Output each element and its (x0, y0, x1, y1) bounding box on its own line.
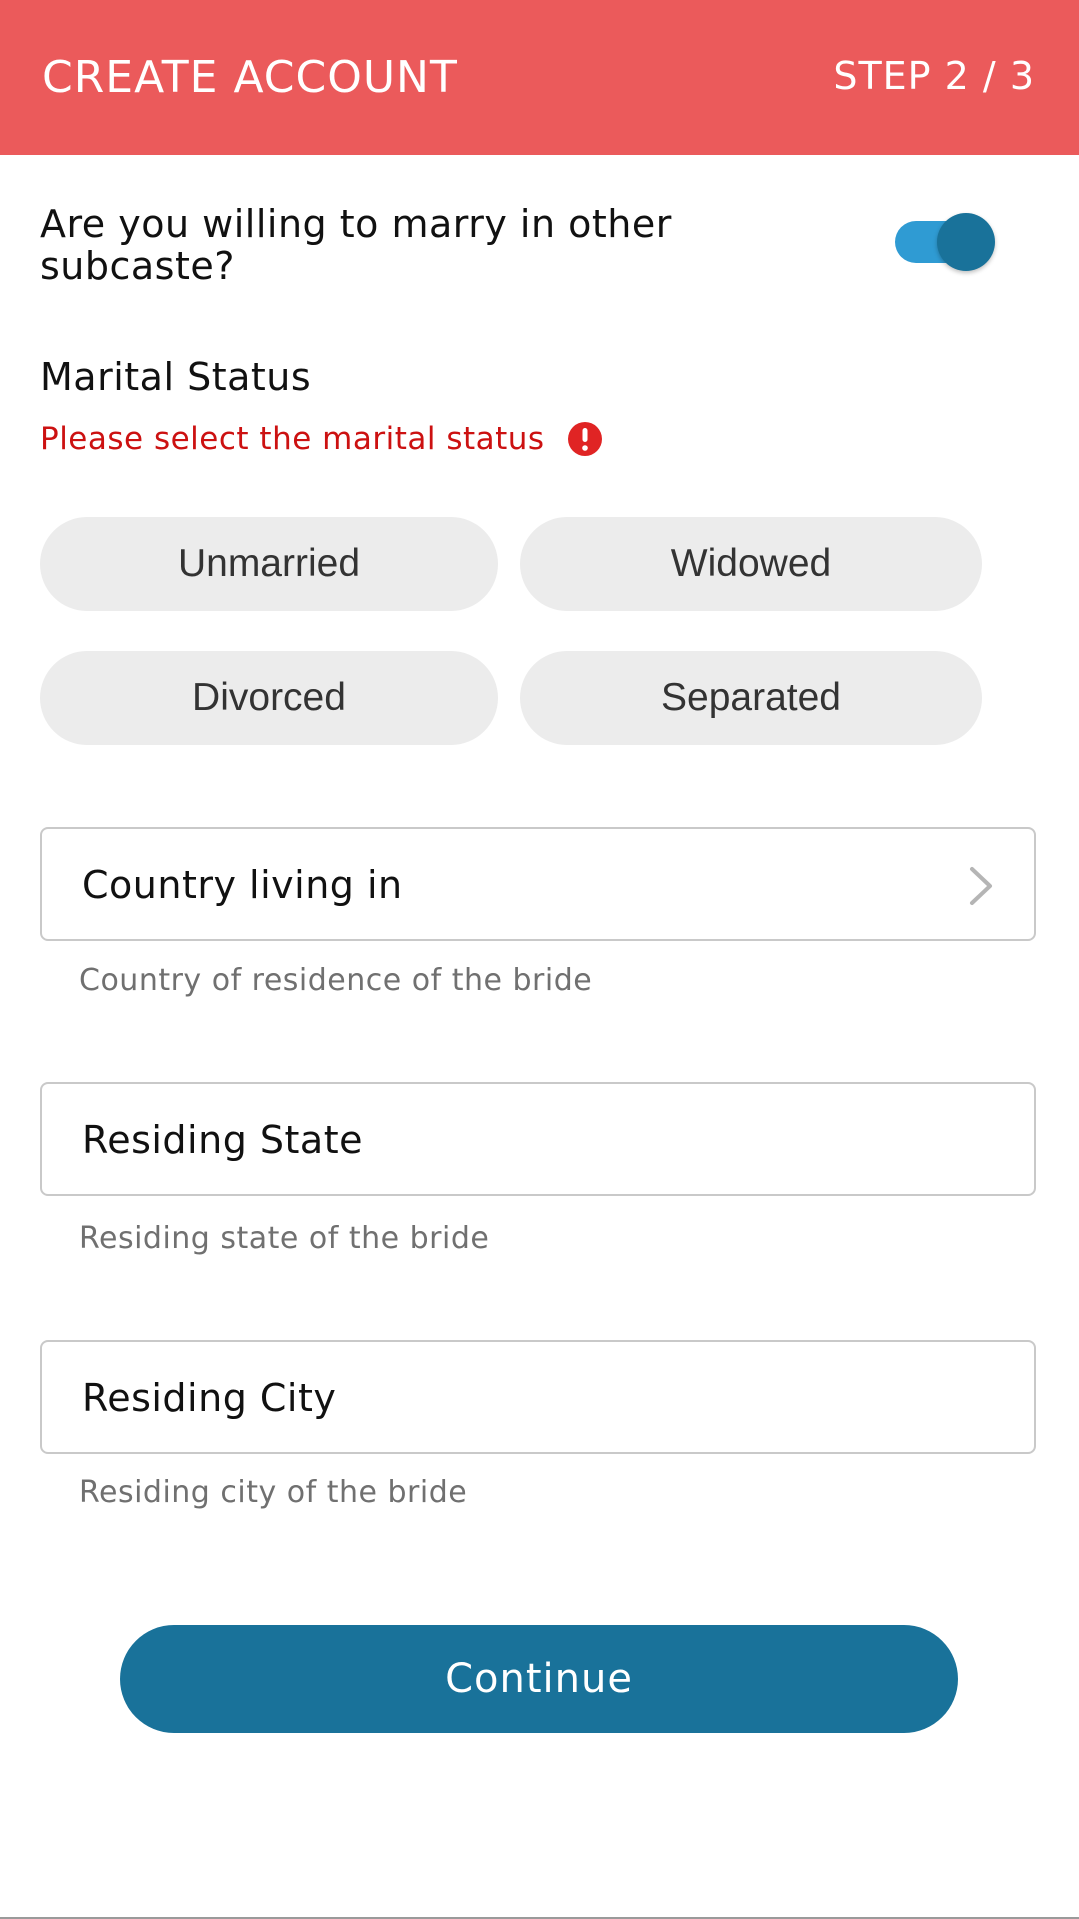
country-field-label: Country living in (82, 863, 403, 907)
subcaste-toggle[interactable] (895, 213, 995, 271)
marital-option-separated[interactable]: Separated (520, 651, 982, 745)
chevron-right-icon (966, 865, 996, 907)
subcaste-question-label: Are you willing to marry in other subcas… (40, 202, 672, 288)
page-title: CREATE ACCOUNT (42, 52, 458, 103)
country-select[interactable]: Country living in (40, 827, 1036, 941)
marital-option-widowed[interactable]: Widowed (520, 517, 982, 611)
exclamation-circle-icon (567, 421, 603, 457)
app-header: CREATE ACCOUNT STEP 2 / 3 (0, 0, 1079, 155)
error-message: Please select the marital status (40, 421, 545, 457)
city-helper-text: Residing city of the bride (79, 1475, 468, 1510)
residing-city-field[interactable]: Residing City (40, 1340, 1036, 1454)
residing-state-field[interactable]: Residing State (40, 1082, 1036, 1196)
marital-option-unmarried[interactable]: Unmarried (40, 517, 498, 611)
country-helper-text: Country of residence of the bride (79, 963, 593, 998)
step-indicator: STEP 2 / 3 (833, 54, 1035, 98)
city-field-label: Residing City (82, 1376, 337, 1420)
marital-option-divorced[interactable]: Divorced (40, 651, 498, 745)
state-field-label: Residing State (82, 1118, 363, 1162)
marital-status-label: Marital Status (40, 355, 312, 399)
continue-button[interactable]: Continue (120, 1625, 958, 1733)
toggle-thumb (937, 213, 995, 271)
marital-status-error: Please select the marital status (40, 418, 603, 460)
state-helper-text: Residing state of the bride (79, 1221, 490, 1256)
